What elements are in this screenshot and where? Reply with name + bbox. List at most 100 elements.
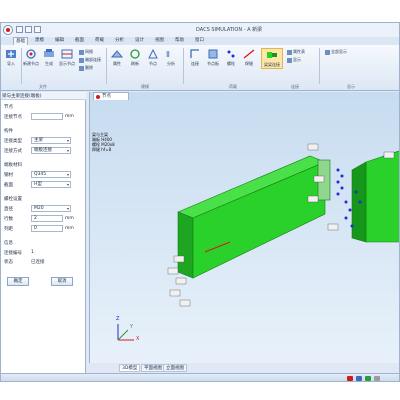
beam-beam-button[interactable]: 梁梁连接 bbox=[261, 48, 283, 69]
table-option[interactable]: 属性表 bbox=[287, 49, 305, 55]
grid-option[interactable]: 网格 bbox=[79, 49, 93, 55]
status-grey-icon[interactable] bbox=[374, 376, 380, 381]
type2-value: 端板连接 bbox=[34, 148, 52, 153]
plate-icon bbox=[208, 49, 218, 59]
chevron-down-icon bbox=[67, 150, 69, 152]
ok-button[interactable]: 确定 bbox=[7, 277, 29, 286]
info2-label: 状态 bbox=[4, 260, 13, 265]
tab-section[interactable]: 截面 bbox=[73, 37, 86, 45]
model-viewport[interactable]: 梁与主梁 端板 H400 螺栓 M20x8 焊缝 hf=8 X Z Y bbox=[89, 92, 399, 363]
tab-design[interactable]: 设计 bbox=[133, 37, 146, 45]
bolt3-label: 列距 bbox=[4, 227, 13, 232]
beam-beam-label: 梁梁连接 bbox=[264, 62, 280, 67]
application-window: DACS SIMULATION - A 新梁 基础 建模 编辑 截面 荷载 分析… bbox=[0, 22, 400, 382]
mat2-select[interactable]: H型 bbox=[31, 181, 71, 188]
bolt2-input[interactable]: 2 bbox=[31, 215, 63, 222]
connect-button[interactable]: 连接 bbox=[187, 48, 203, 67]
end-connect-option[interactable]: 端部连接 bbox=[79, 57, 101, 63]
view-tab-3d[interactable]: 3D模型 bbox=[119, 364, 141, 372]
model-canvas bbox=[117, 143, 399, 341]
open-file-icon[interactable] bbox=[25, 26, 32, 33]
y-axis bbox=[117, 329, 129, 341]
delete-icon bbox=[79, 65, 84, 71]
status-bar bbox=[1, 373, 399, 381]
panel-title: 梁与主梁连接(端板) bbox=[2, 94, 42, 99]
mat2-label: 截面 bbox=[4, 183, 13, 188]
beam-end-face bbox=[177, 211, 194, 279]
bolt-button[interactable]: 螺栓 bbox=[223, 48, 239, 67]
node-label: 连接节点 bbox=[4, 115, 22, 120]
analyze-label: 分析 bbox=[167, 61, 175, 66]
weld-button[interactable]: 焊缝 bbox=[241, 48, 257, 67]
show-all-label: 全部显示 bbox=[331, 49, 347, 54]
tab-view[interactable]: 视图 bbox=[153, 37, 166, 45]
tab-help[interactable]: 帮助 bbox=[173, 37, 186, 45]
properties-icon bbox=[111, 50, 123, 58]
delete-option[interactable]: 删除 bbox=[79, 65, 93, 71]
cancel-button[interactable]: 取消 bbox=[51, 277, 73, 286]
show-all-icon bbox=[325, 49, 330, 55]
view-tab-elevation[interactable]: 立面视图 bbox=[163, 364, 187, 372]
analyze-button[interactable]: Ⅱ 分析 bbox=[163, 48, 179, 67]
separator bbox=[21, 48, 22, 84]
plate-label: 节点板 bbox=[207, 61, 219, 66]
group-label-connect: 连接 bbox=[291, 84, 299, 89]
y-axis-label: Y bbox=[130, 324, 134, 330]
x-axis-label: X bbox=[136, 336, 140, 342]
import-icon bbox=[6, 50, 16, 58]
separator bbox=[319, 48, 320, 84]
properties-button[interactable]: 属性 bbox=[109, 48, 125, 67]
status-green-icon[interactable] bbox=[365, 376, 371, 381]
type2-label: 连接方式 bbox=[4, 149, 22, 154]
end-connect-label: 端部连接 bbox=[85, 57, 101, 62]
view-tab-plan[interactable]: 平面视图 bbox=[141, 364, 165, 372]
type2-select[interactable]: 端板连接 bbox=[31, 147, 71, 154]
grid-icon bbox=[79, 49, 84, 55]
group-label-file: 文件 bbox=[39, 84, 47, 89]
node-button[interactable]: 节点 bbox=[145, 48, 161, 67]
import-label: 导入 bbox=[7, 61, 15, 66]
tab-model[interactable]: 建模 bbox=[33, 37, 46, 45]
bolt3-unit: mm bbox=[65, 226, 74, 231]
tab-basic[interactable]: 基础 bbox=[13, 37, 28, 45]
node-input[interactable] bbox=[31, 113, 63, 120]
chevron-down-icon bbox=[67, 184, 69, 186]
tab-edit[interactable]: 编辑 bbox=[53, 37, 66, 45]
group-label-model: 建模 bbox=[141, 84, 149, 89]
display-node-button[interactable]: 显示节点 bbox=[59, 48, 75, 67]
plate-button[interactable]: 节点板 bbox=[205, 48, 221, 67]
display-icon bbox=[61, 49, 73, 59]
app-logo-icon[interactable] bbox=[3, 25, 13, 35]
document-tab[interactable]: 节点 bbox=[93, 92, 129, 100]
status-red-icon[interactable] bbox=[347, 376, 353, 381]
generate-label: 生成 bbox=[45, 61, 53, 66]
tab-analysis[interactable]: 分析 bbox=[113, 37, 126, 45]
show-option[interactable]: 显示 bbox=[287, 57, 301, 63]
generate-button[interactable]: 生成 bbox=[41, 48, 57, 67]
annotation-line: 焊缝 hf=8 bbox=[92, 147, 112, 152]
status-blue-icon[interactable] bbox=[356, 376, 362, 381]
show-all-option[interactable]: 全部显示 bbox=[325, 49, 347, 55]
import-button[interactable]: 导入 bbox=[3, 48, 19, 67]
type1-select[interactable]: 主梁 bbox=[31, 137, 71, 144]
group-label-display: 显示 bbox=[347, 84, 355, 89]
bolt3-input[interactable]: 0 bbox=[31, 225, 63, 232]
node-label: 节点 bbox=[149, 61, 157, 66]
type1-label: 连接类型 bbox=[4, 139, 22, 144]
refresh-button[interactable]: 刷新 bbox=[127, 48, 143, 67]
bolt1-select[interactable]: M20 bbox=[31, 205, 71, 212]
mat1-select[interactable]: Q345 bbox=[31, 171, 71, 178]
bolt1-value: M20 bbox=[34, 206, 44, 211]
grid-label: 网格 bbox=[85, 49, 93, 54]
tab-window[interactable]: 窗口 bbox=[193, 37, 206, 45]
save-icon[interactable] bbox=[34, 26, 41, 33]
mat1-label: 钢材 bbox=[4, 173, 13, 178]
show-icon bbox=[287, 57, 292, 63]
tab-load[interactable]: 荷载 bbox=[93, 37, 106, 45]
new-node-button[interactable]: 新建节点 bbox=[23, 48, 39, 67]
info2-value: 已连接 bbox=[31, 260, 45, 265]
connection-panel: 梁与主梁连接(端板) 节点 连接节点 mm 构件 连接类型 主梁 连接方式 端板… bbox=[1, 92, 86, 373]
new-file-icon[interactable] bbox=[16, 26, 23, 33]
type1-value: 主梁 bbox=[34, 138, 43, 143]
table-label: 属性表 bbox=[293, 49, 305, 54]
